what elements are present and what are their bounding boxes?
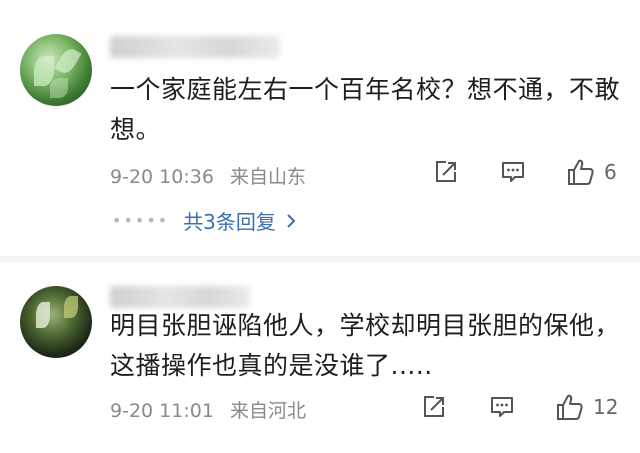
comment-text: 一个家庭能左右一个百年名校？想不通，不敢想。 — [110, 75, 621, 144]
thumbs-up-icon — [557, 394, 583, 420]
comment-item: 一个家庭能左右一个百年名校？想不通，不敢想。 9-20 10:36 来自山东 6… — [0, 0, 640, 256]
replies-count-label: 共3条回复 — [183, 210, 276, 234]
like-button[interactable]: 12 — [555, 392, 618, 422]
comment-item: 明目张胆诬陷他人，学校却明目张胆的保他，这播操作也真的是没谁了..... 9-2… — [0, 262, 640, 453]
like-count: 12 — [593, 395, 619, 419]
comment-location: 来自河北 — [229, 400, 306, 422]
reply-button[interactable] — [500, 159, 526, 185]
chevron-right-icon — [287, 213, 296, 228]
comment-text: 明目张胆诬陷他人，学校却明目张胆的保他，这播操作也真的是没谁了..... — [110, 311, 621, 380]
ellipsis-icon: ••••• — [112, 211, 170, 230]
avatar[interactable] — [20, 34, 92, 106]
comment-time: 9-20 10:36 — [110, 166, 214, 188]
comment-icon — [491, 397, 513, 417]
username[interactable] — [110, 286, 250, 308]
comment-meta: 9-20 11:01 来自河北 — [110, 396, 316, 423]
avatar[interactable] — [20, 286, 92, 358]
comment-icon — [502, 162, 524, 182]
view-replies-link[interactable]: ••••• 共3条回复 — [112, 206, 298, 235]
thumbs-up-icon — [568, 159, 594, 185]
username[interactable] — [110, 36, 280, 58]
comment-meta: 9-20 10:36 来自山东 — [110, 162, 316, 189]
reply-button[interactable] — [489, 394, 515, 420]
comment-time: 9-20 11:01 — [110, 400, 214, 422]
like-button[interactable]: 6 — [566, 157, 617, 187]
share-button[interactable] — [433, 159, 459, 185]
comment-location: 来自山东 — [229, 166, 306, 188]
like-count: 6 — [604, 160, 617, 184]
share-icon — [436, 161, 456, 182]
share-button[interactable] — [421, 394, 447, 420]
share-icon — [424, 396, 444, 417]
